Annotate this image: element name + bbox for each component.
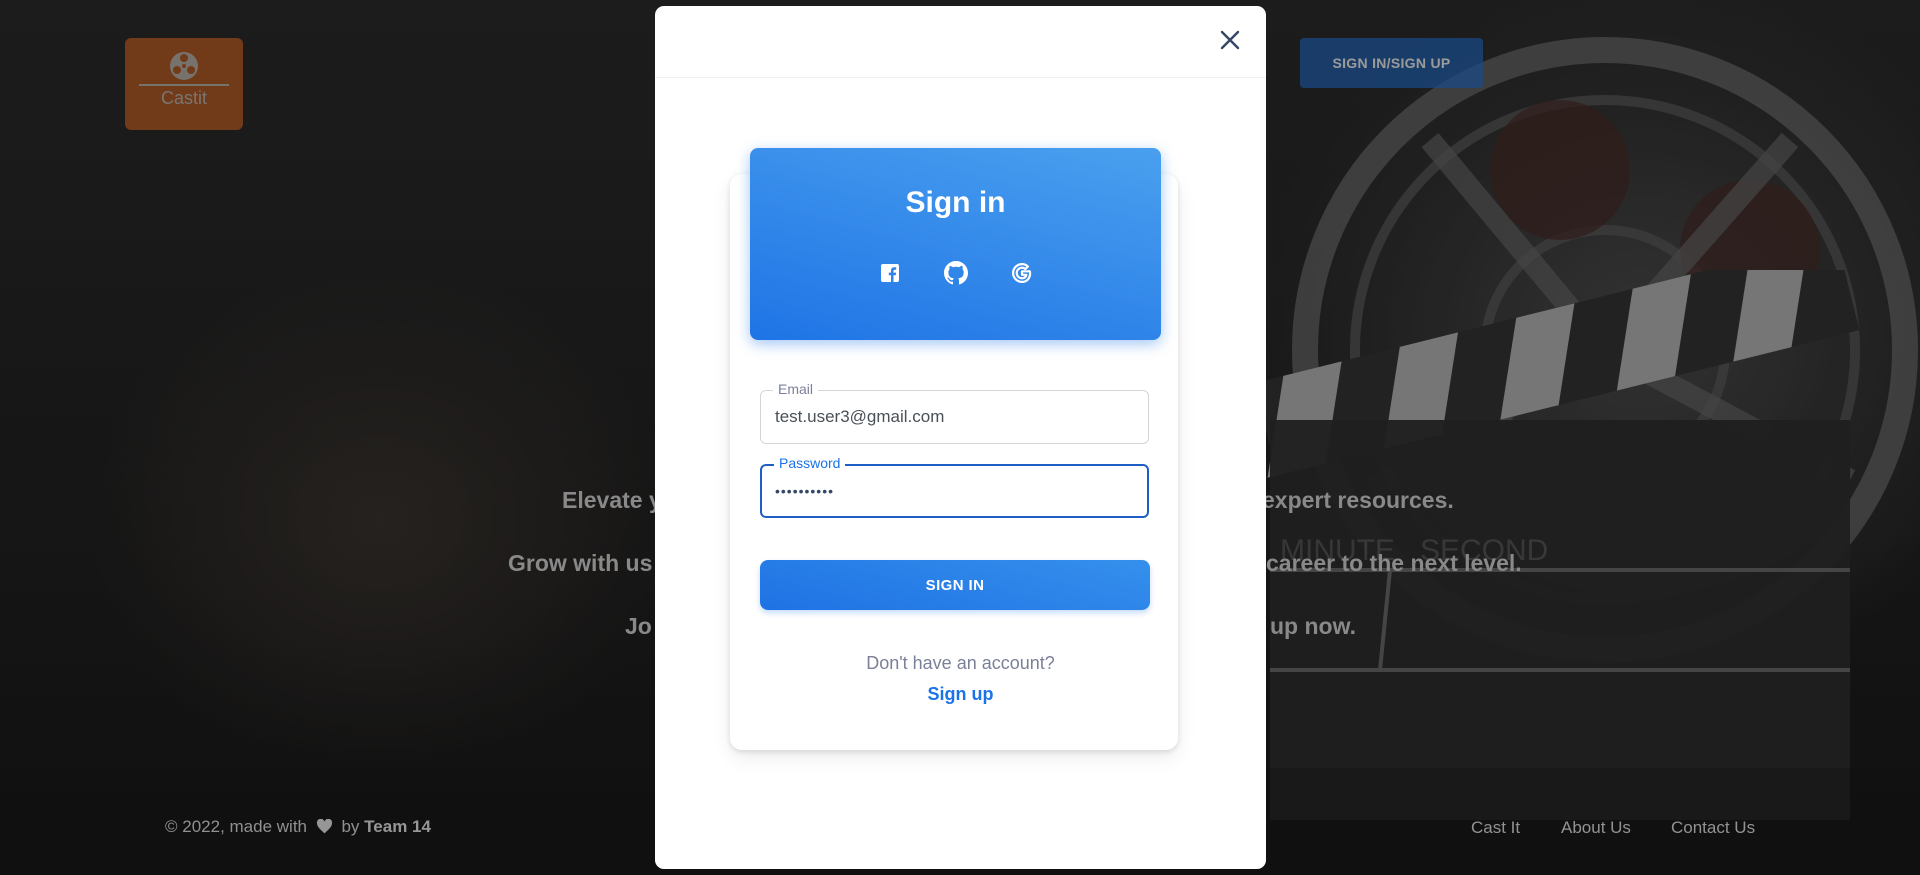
- no-account-text: Don't have an account?: [866, 653, 1055, 673]
- signin-title: Sign in: [905, 186, 1006, 219]
- password-field[interactable]: Password: [760, 455, 1149, 518]
- email-input[interactable]: [775, 391, 1138, 443]
- signin-modal: Sign in Email Password SIGN IN Don't hav…: [655, 6, 1266, 869]
- facebook-icon: [881, 264, 899, 282]
- close-button[interactable]: [1214, 24, 1246, 56]
- email-field[interactable]: Email: [760, 381, 1149, 444]
- google-icon: [1012, 263, 1032, 283]
- modal-header: [655, 6, 1266, 78]
- password-input[interactable]: [775, 466, 1137, 516]
- close-icon: [1220, 30, 1240, 50]
- sign-up-link[interactable]: Sign up: [655, 684, 1266, 705]
- github-login-button[interactable]: [943, 260, 969, 286]
- facebook-login-button[interactable]: [877, 260, 903, 286]
- sign-in-button[interactable]: SIGN IN: [760, 560, 1150, 610]
- signin-card-header: Sign in: [750, 148, 1161, 340]
- github-icon: [944, 261, 968, 285]
- google-login-button[interactable]: [1009, 260, 1035, 286]
